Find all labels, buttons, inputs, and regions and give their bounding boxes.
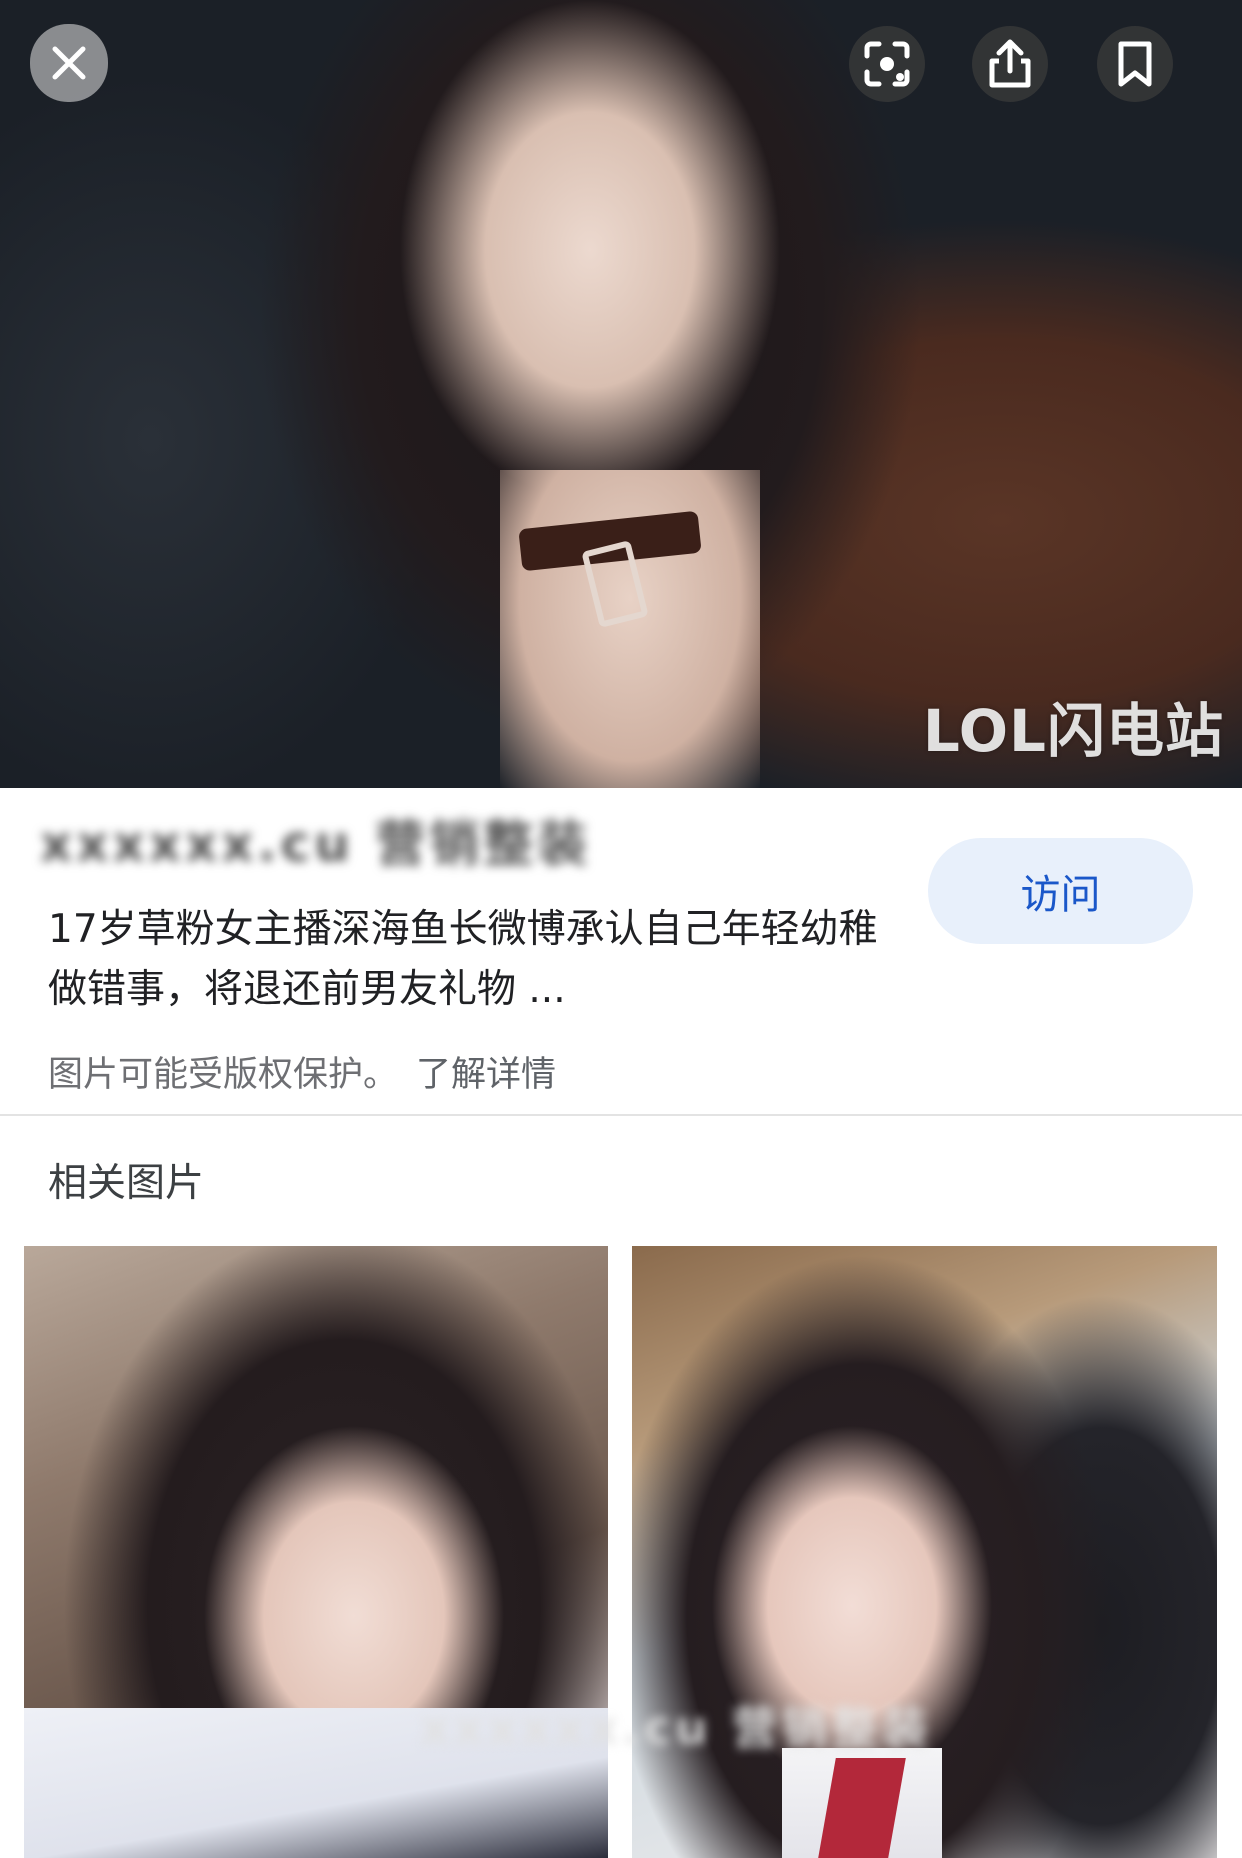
bookmark-icon: [1118, 41, 1152, 87]
related-image-watermark: xxxxxx.cu 营销整装: [420, 1701, 932, 1755]
related-image-2[interactable]: [632, 1246, 1217, 1858]
save-button[interactable]: [1097, 26, 1173, 102]
learn-more-link[interactable]: 了解详情: [416, 1055, 556, 1095]
related-image-1[interactable]: [24, 1246, 608, 1858]
image-uniform: [782, 1748, 942, 1858]
copyright-notice: 图片可能受版权保护。 了解详情: [48, 1046, 556, 1097]
lens-icon: [864, 41, 910, 87]
related-heading: 相关图片: [48, 1161, 205, 1206]
lens-button[interactable]: [849, 26, 925, 102]
close-button[interactable]: [30, 24, 108, 102]
divider: [0, 1114, 1242, 1116]
source-name[interactable]: xxxxxx.cu 营销整装: [40, 804, 591, 876]
copyright-text: 图片可能受版权保护。: [48, 1055, 399, 1095]
visit-button[interactable]: 访问: [928, 838, 1193, 944]
result-info: xxxxxx.cu 营销整装 17岁草粉女主播深海鱼长微博承认自己年轻幼稚做错事…: [0, 788, 1242, 1114]
image-watermark: LOL闪电站: [922, 697, 1224, 765]
source-row[interactable]: xxxxxx.cu 营销整装: [40, 808, 740, 873]
result-title[interactable]: 17岁草粉女主播深海鱼长微博承认自己年轻幼稚做错事，将退还前男友礼物 ...: [48, 900, 890, 1020]
main-image[interactable]: LOL闪电站: [0, 0, 1242, 788]
share-icon: [989, 39, 1031, 88]
close-icon: [52, 46, 86, 80]
share-button[interactable]: [972, 26, 1048, 102]
